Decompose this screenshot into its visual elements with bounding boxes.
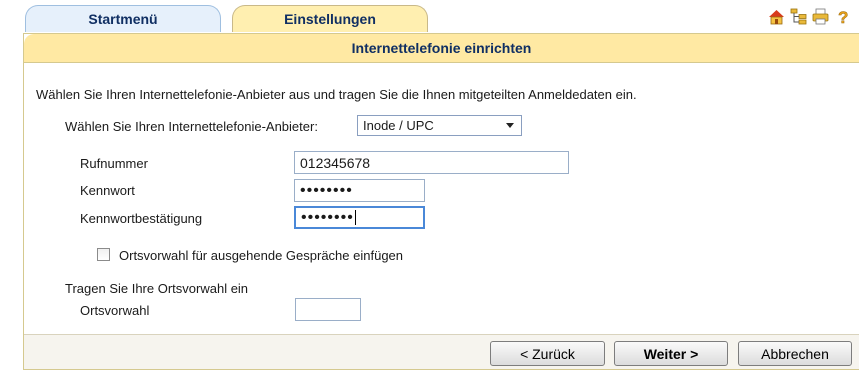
area-code-heading: Tragen Sie Ihre Ortsvorwahl ein (65, 281, 249, 296)
tab-settings[interactable]: Einstellungen (232, 5, 428, 32)
provider-select[interactable]: Inode / UPC (357, 115, 522, 136)
password-input-value: •••••••• (300, 181, 353, 199)
sitemap-icon[interactable] (790, 8, 807, 25)
cancel-button-label: Abbrechen (761, 345, 829, 362)
settings-panel: Internettelefonie einrichten (23, 33, 859, 370)
area-code-checkbox-label[interactable]: Ortsvorwahl für ausgehende Gespräche ein… (119, 248, 403, 263)
tab-settings-label: Einstellungen (284, 11, 376, 27)
cancel-button[interactable]: Abbrechen (738, 341, 852, 366)
provider-label: Wählen Sie Ihren Internettelefonie-Anbie… (65, 119, 318, 134)
tab-startmenu[interactable]: Startmenü (25, 5, 221, 32)
password-confirm-label: Kennwortbestätigung (80, 211, 203, 226)
tab-startmenu-label: Startmenü (88, 11, 158, 27)
area-code-input[interactable] (295, 298, 361, 321)
area-code-checkbox[interactable] (97, 248, 110, 261)
text-caret (354, 210, 356, 225)
phone-input-value: 012345678 (300, 154, 371, 171)
chevron-down-icon (506, 123, 514, 128)
back-button-label: < Zurück (520, 345, 575, 362)
password-label: Kennwort (80, 183, 135, 198)
intro-text: Wählen Sie Ihren Internettelefonie-Anbie… (36, 87, 637, 102)
back-button[interactable]: < Zurück (490, 341, 605, 366)
password-confirm-input[interactable]: •••••••• (294, 206, 425, 229)
panel-title: Internettelefonie einrichten (24, 34, 859, 63)
next-button[interactable]: Weiter > (614, 341, 728, 366)
phone-input[interactable]: 012345678 (294, 151, 569, 174)
help-icon[interactable]: ? (834, 8, 851, 25)
print-icon[interactable] (812, 8, 829, 25)
button-bar (24, 334, 859, 369)
password-input[interactable]: •••••••• (294, 179, 425, 202)
svg-text:?: ? (838, 8, 848, 25)
provider-select-value: Inode / UPC (363, 118, 434, 133)
phone-label: Rufnummer (80, 156, 148, 171)
home-icon[interactable] (768, 8, 785, 25)
password-confirm-input-value: •••••••• (301, 208, 354, 226)
toolbar-icons: ? (768, 8, 851, 25)
next-button-label: Weiter > (643, 345, 699, 362)
area-code-label: Ortsvorwahl (80, 303, 150, 318)
